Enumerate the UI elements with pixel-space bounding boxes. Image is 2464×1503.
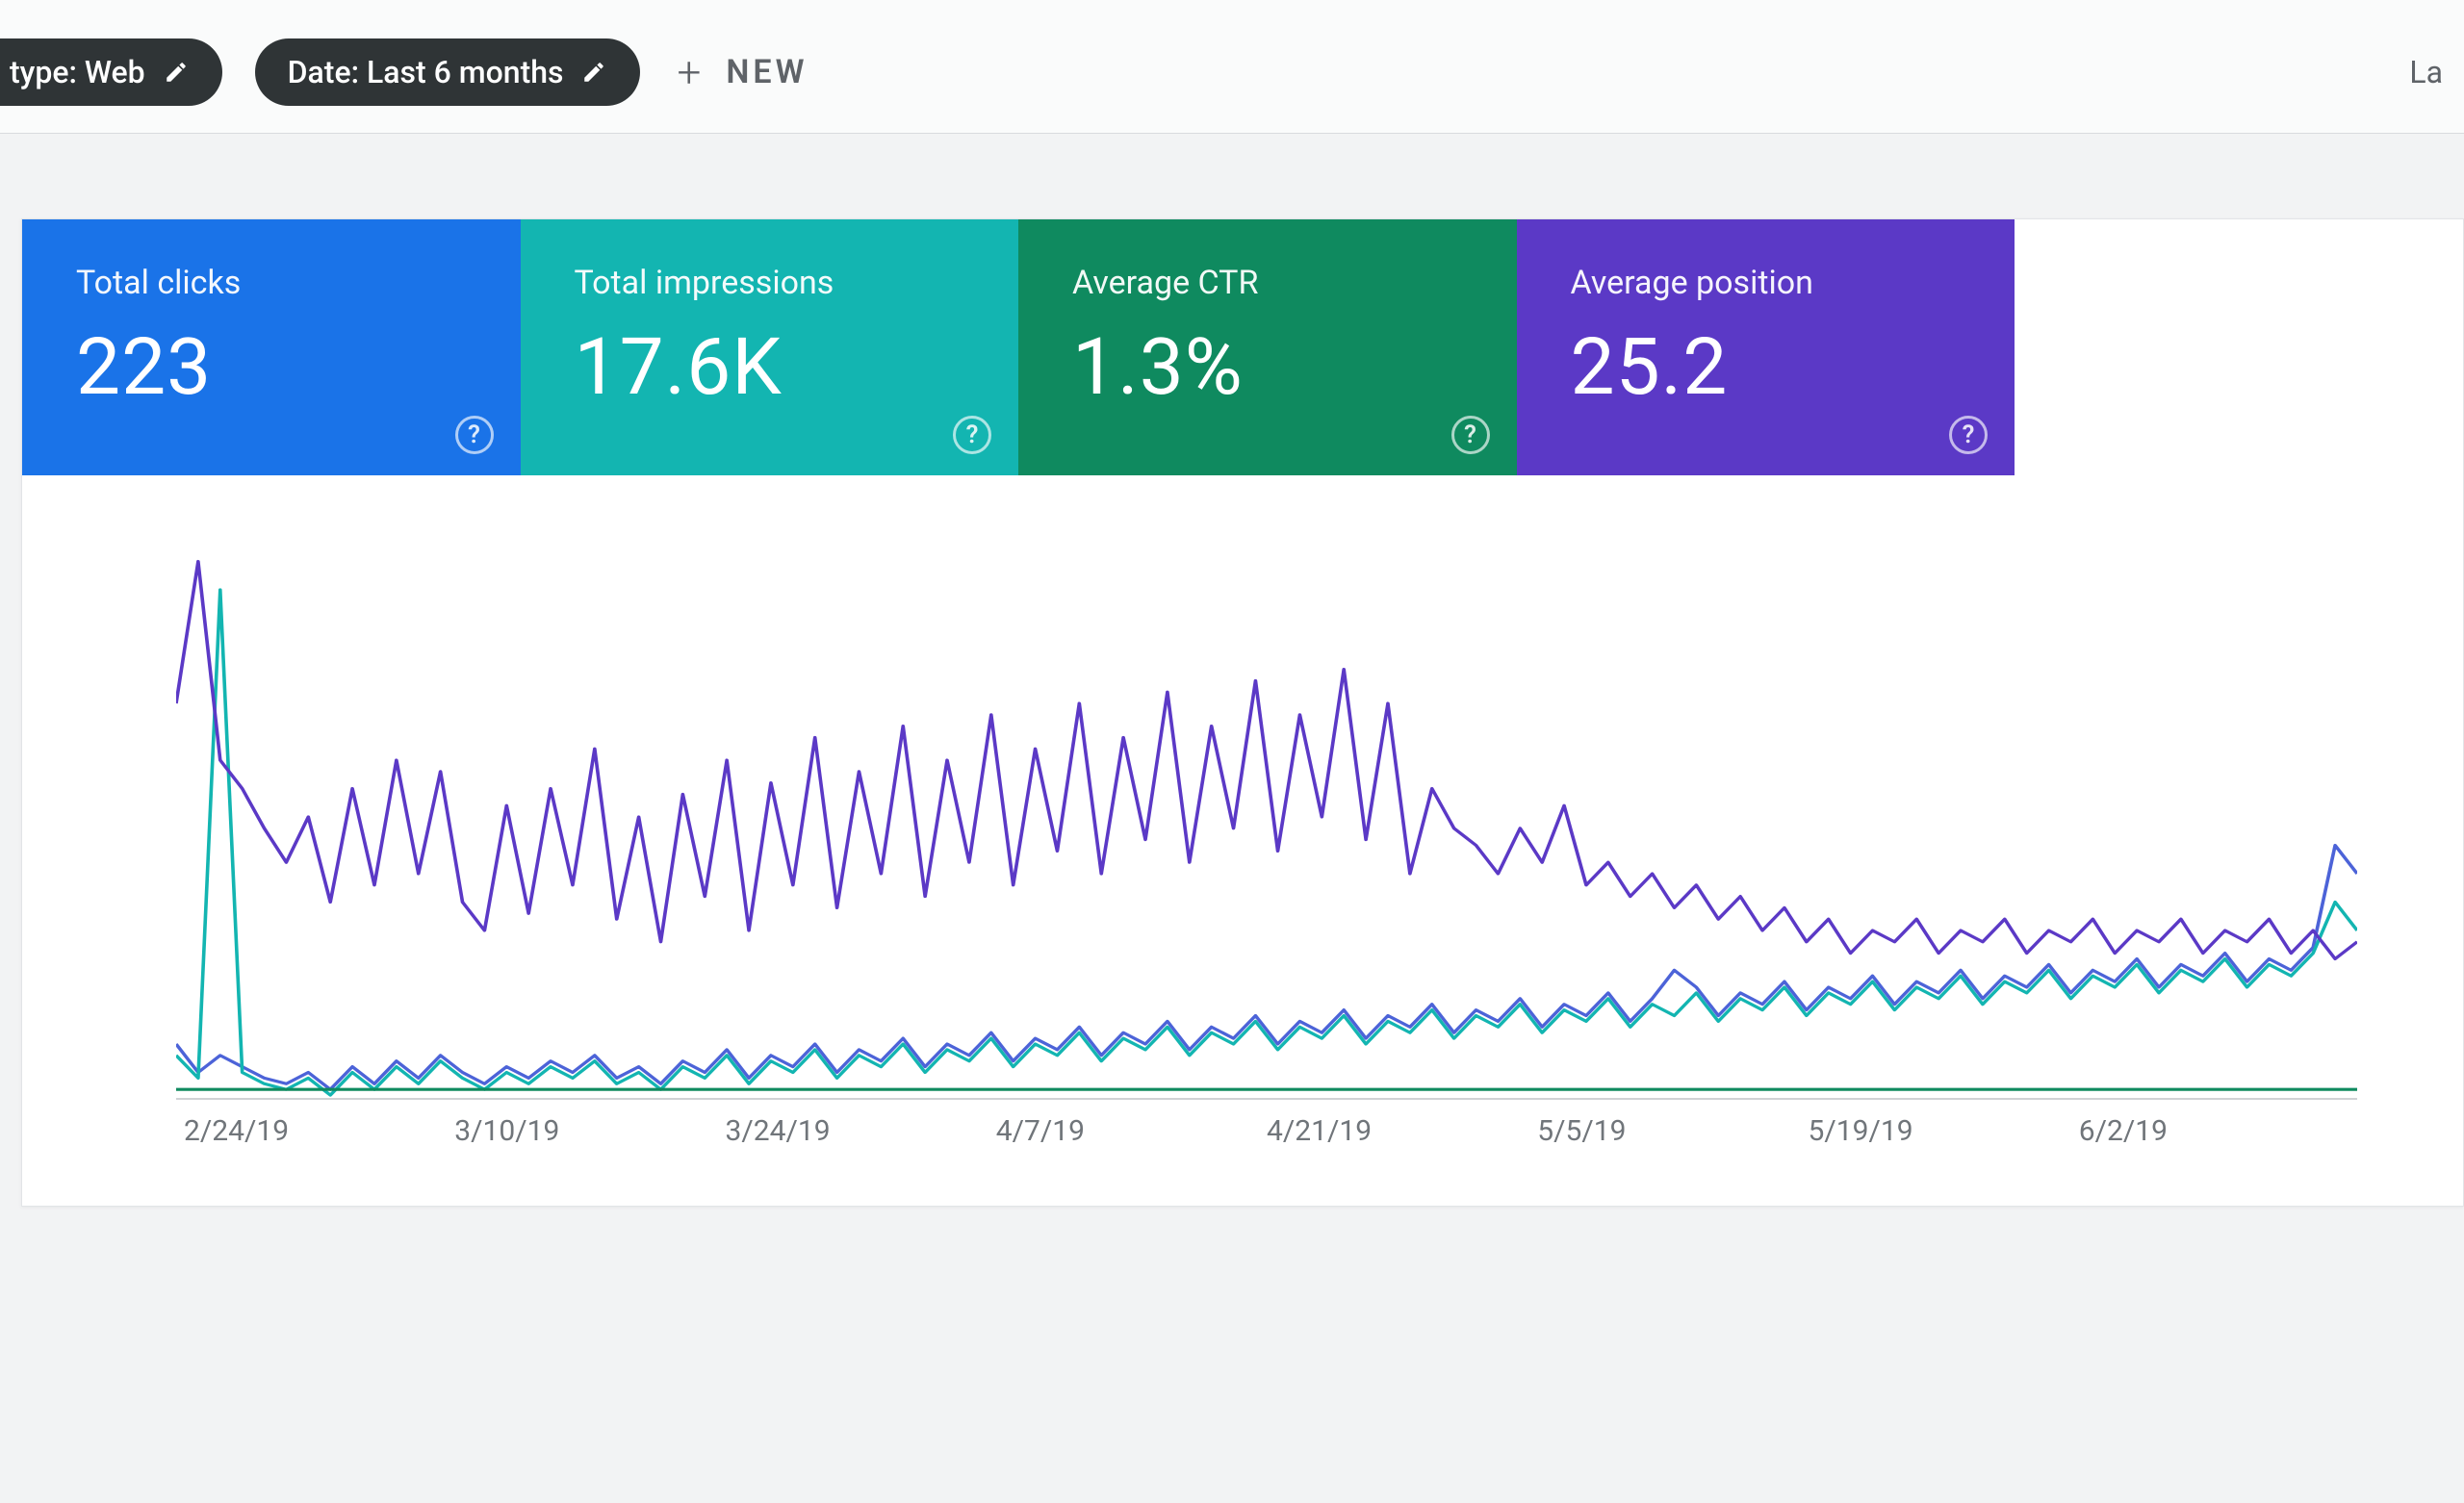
x-axis-tick: 5/19/19 xyxy=(1809,1114,2079,1148)
pencil-icon xyxy=(580,59,607,86)
stat-strip: Total clicks 223 ? Total impressions 17.… xyxy=(22,219,2015,475)
stat-value: 25.2 xyxy=(1571,321,1962,414)
chart-x-axis: 2/24/193/10/193/24/194/7/194/21/195/5/19… xyxy=(176,1101,2357,1148)
new-label: NEW xyxy=(726,53,808,91)
chip-label: Date: Last 6 months xyxy=(288,54,564,90)
x-axis-tick: 5/5/19 xyxy=(1537,1114,1808,1148)
plus-icon: + xyxy=(677,51,705,93)
stat-label: Total impressions xyxy=(575,264,965,302)
x-axis-tick: 3/24/19 xyxy=(726,1114,996,1148)
filter-bar: type: Web Date: Last 6 months + NEW La xyxy=(0,0,2464,134)
pencil-icon xyxy=(163,59,190,86)
stat-value: 1.3% xyxy=(1072,321,1463,414)
last-updated-text: La xyxy=(2409,54,2464,90)
x-axis-tick: 2/24/19 xyxy=(184,1114,454,1148)
help-icon[interactable]: ? xyxy=(455,416,494,454)
chart-series-clicks xyxy=(176,846,2357,1090)
stat-label: Average position xyxy=(1571,264,1962,302)
stat-label: Total clicks xyxy=(76,264,467,302)
chart-series-position xyxy=(176,562,2357,959)
add-filter-button[interactable]: + NEW xyxy=(673,41,811,103)
stat-tile-ctr[interactable]: Average CTR 1.3% ? xyxy=(1018,219,1517,475)
stat-tile-clicks[interactable]: Total clicks 223 ? xyxy=(22,219,521,475)
performance-card: Total clicks 223 ? Total impressions 17.… xyxy=(21,218,2464,1207)
help-icon[interactable]: ? xyxy=(953,416,991,454)
stat-value: 223 xyxy=(76,321,467,414)
chart-series-impressions xyxy=(176,590,2357,1095)
stat-tile-impressions[interactable]: Total impressions 17.6K ? xyxy=(521,219,1019,475)
stat-label: Average CTR xyxy=(1072,264,1463,302)
x-axis-tick: 4/7/19 xyxy=(996,1114,1267,1148)
chip-label: type: Web xyxy=(10,54,145,90)
help-icon[interactable]: ? xyxy=(1451,416,1490,454)
x-axis-tick: 4/21/19 xyxy=(1267,1114,1537,1148)
x-axis-tick: 3/10/19 xyxy=(454,1114,725,1148)
stat-tile-position[interactable]: Average position 25.2 ? xyxy=(1517,219,2015,475)
filter-chip-search-type[interactable]: type: Web xyxy=(0,38,222,106)
chart-area: 2/24/193/10/193/24/194/7/194/21/195/5/19… xyxy=(22,475,2463,1167)
help-icon[interactable]: ? xyxy=(1949,416,1988,454)
performance-chart xyxy=(176,533,2357,1101)
stat-value: 17.6K xyxy=(575,321,965,414)
x-axis-tick: 6/2/19 xyxy=(2079,1114,2349,1148)
filter-chip-date[interactable]: Date: Last 6 months xyxy=(255,38,641,106)
